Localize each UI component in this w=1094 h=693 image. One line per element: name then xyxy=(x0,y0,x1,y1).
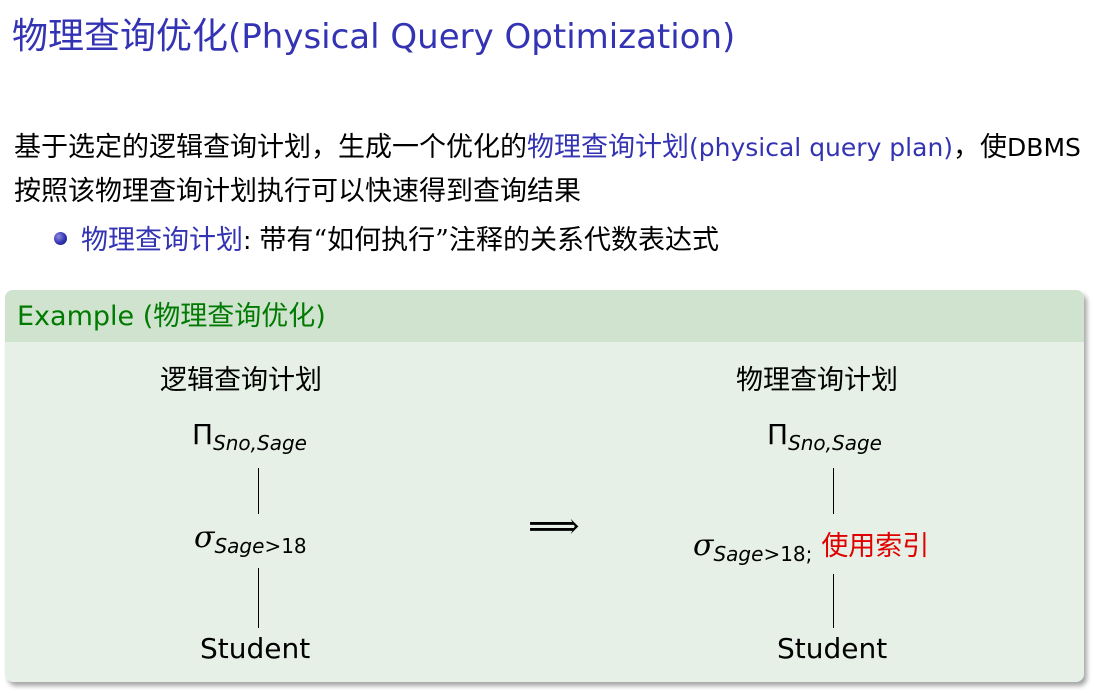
bullet-item: 物理查询计划: 带有“如何执行”注释的关系代数表达式 xyxy=(54,219,719,263)
physical-plan-label: 物理查询计划 xyxy=(736,365,898,396)
physical-relation-node: Student xyxy=(777,632,888,665)
para-part3: 按照该物理查询计划执行可以快速得到查询结果 xyxy=(14,176,581,207)
intro-paragraph: 基于选定的逻辑查询计划，生成一个优化的物理查询计划(physical query… xyxy=(14,126,1084,214)
transform-arrow: ⟹ xyxy=(528,506,580,547)
logical-selection-attr: Sage xyxy=(214,534,265,558)
logical-edge-upper xyxy=(258,468,259,514)
physical-edge-upper xyxy=(833,468,834,514)
slide-title-en: (Physical Query Optimization) xyxy=(228,17,736,57)
logical-projection-attrs: Sno,Sage xyxy=(213,431,307,455)
logical-projection-node: ΠSno,Sage xyxy=(192,418,307,455)
para-dbms: DBMS xyxy=(1007,133,1081,162)
logical-plan-label: 逻辑查询计划 xyxy=(160,365,322,396)
logical-relation-node: Student xyxy=(200,632,311,665)
physical-edge-lower xyxy=(833,574,834,628)
example-title-en: Example ( xyxy=(17,301,154,332)
logical-selection-node: σSage>18 xyxy=(194,520,307,558)
bullet-quote: “如何执行” xyxy=(313,225,449,256)
example-title-close: ) xyxy=(315,301,326,332)
example-title: Example (物理查询优化) xyxy=(5,290,1084,342)
slide-title-cjk: 物理查询优化 xyxy=(12,16,229,57)
physical-projection-symbol: Π xyxy=(767,418,789,451)
physical-note-use-index: 使用索引 xyxy=(821,531,930,562)
physical-selection-cond: >18 xyxy=(763,542,806,566)
para-part1: 基于选定的逻辑查询计划，生成一个优化的 xyxy=(14,132,527,163)
para-part2: ，使 xyxy=(953,132,1008,163)
bullet-term: 物理查询计划 xyxy=(81,225,243,256)
example-title-cjk: 物理查询优化 xyxy=(153,301,316,332)
logical-selection-symbol: σ xyxy=(194,520,215,555)
logical-projection-symbol: Π xyxy=(192,418,214,451)
bullet-text-before: 带有 xyxy=(259,225,314,256)
bullet-dot-icon xyxy=(54,232,67,245)
physical-projection-node: ΠSno,Sage xyxy=(767,418,882,455)
physical-selection-semicolon: ; xyxy=(805,542,813,566)
logical-edge-lower xyxy=(258,568,259,628)
physical-projection-attrs: Sno,Sage xyxy=(788,431,882,455)
example-block: Example (物理查询优化) xyxy=(5,290,1084,682)
physical-selection-symbol: σ xyxy=(693,528,714,563)
physical-selection-node: σSage>18; 使用索引 xyxy=(693,524,930,566)
para-term-cjk: 物理查询计划 xyxy=(527,132,689,163)
para-term-en: (physical query plan) xyxy=(689,133,954,162)
bullet-text-after: 注释的关系代数表达式 xyxy=(448,225,719,256)
physical-selection-attr: Sage xyxy=(713,542,764,566)
bullet-colon: : xyxy=(243,226,260,255)
logical-selection-cond: >18 xyxy=(264,534,307,558)
slide-title: 物理查询优化(Physical Query Optimization) xyxy=(12,10,735,64)
